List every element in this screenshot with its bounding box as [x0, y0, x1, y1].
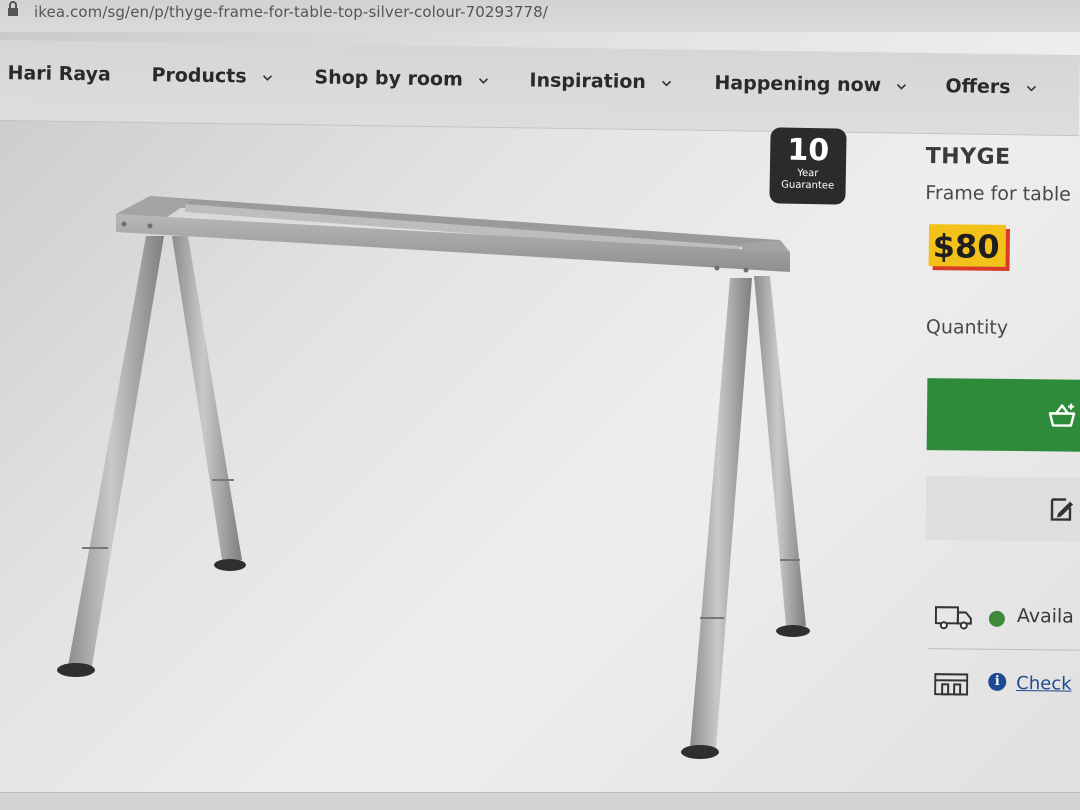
nav-item-products[interactable]: Products: [151, 64, 273, 88]
nav-item-label: Offers: [945, 75, 1011, 99]
product-image[interactable]: [0, 120, 900, 810]
nav-item-inspiration[interactable]: Inspiration: [529, 69, 672, 93]
check-store-link[interactable]: Check: [1016, 673, 1072, 695]
chevron-down-icon: [262, 74, 272, 81]
lock-icon: [8, 1, 18, 16]
nav-item-label: Inspiration: [529, 69, 647, 94]
nav-item-offers[interactable]: Offers: [945, 75, 1037, 98]
nav-item-label: Hari Raya: [7, 62, 111, 86]
add-to-cart-icon: [1048, 403, 1076, 427]
delivery-status-text: Availa: [1016, 605, 1075, 628]
store-availability: i Check: [934, 666, 1080, 708]
bottom-strip: [0, 792, 1080, 810]
info-icon[interactable]: i: [988, 672, 1007, 691]
store-icon: [934, 673, 969, 696]
chevron-down-icon: [1026, 85, 1036, 92]
nav-item-label: Shop by room: [314, 66, 464, 91]
badge-number: 10: [787, 132, 830, 169]
add-to-cart-button[interactable]: [926, 378, 1080, 452]
quantity-label: Quantity: [925, 316, 1009, 339]
delivery-truck-icon: [934, 606, 972, 630]
nav-item-shop-by-room[interactable]: Shop by room: [314, 66, 489, 90]
product-description: Frame for table: [925, 182, 1071, 206]
nav-item-label: Happening now: [714, 71, 882, 97]
chevron-down-icon: [478, 77, 489, 84]
nav-item-label: Products: [151, 64, 247, 88]
address-bar[interactable]: ikea.com/sg/en/p/thyge-frame-for-table-t…: [0, 0, 1080, 32]
badge-label-guarantee: Guarantee: [781, 179, 835, 192]
nav-item-hari-raya[interactable]: Hari Raya: [7, 62, 111, 85]
product-info-panel: THYGE Frame for table $80 Quantity Avail…: [913, 130, 1080, 810]
nav-item-happening-now[interactable]: Happening now: [714, 72, 908, 97]
delivery-availability: Availa: [934, 600, 1080, 642]
edit-note-icon: [1050, 498, 1074, 521]
chevron-down-icon: [661, 80, 672, 86]
divider: [928, 648, 1080, 651]
guarantee-badge: 10 Year Guarantee: [769, 127, 847, 205]
screen: ikea.com/sg/en/p/thyge-frame-for-table-t…: [0, 0, 1080, 810]
url-text[interactable]: ikea.com/sg/en/p/thyge-frame-for-table-t…: [34, 3, 548, 21]
product-name: THYGE: [925, 144, 1011, 170]
chevron-down-icon: [897, 83, 907, 90]
price-tag: $80: [928, 224, 1006, 267]
availability-status-dot: [988, 610, 1005, 627]
save-to-list-button[interactable]: [925, 476, 1080, 542]
